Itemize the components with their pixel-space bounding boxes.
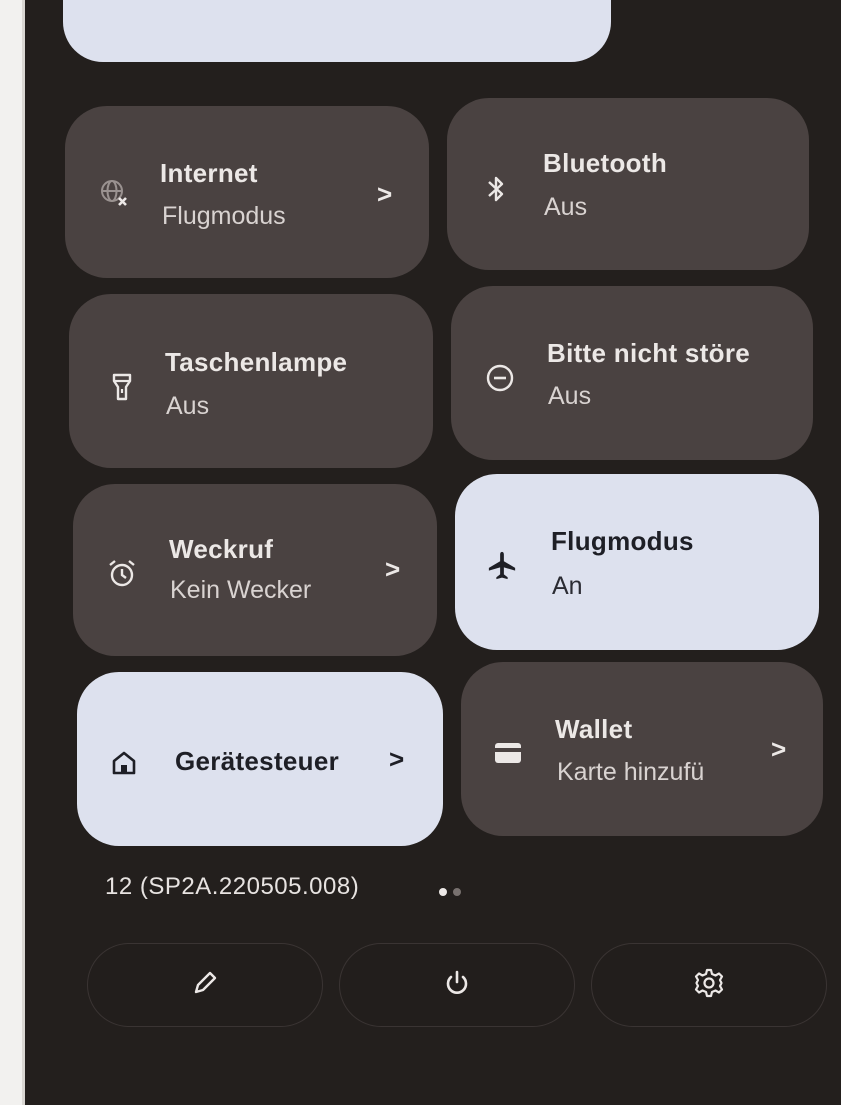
tile-wallet-title: Wallet: [555, 714, 633, 744]
tile-bluetooth-status: Aus: [544, 193, 588, 221]
tile-dnd-status: Aus: [548, 382, 592, 410]
power-button[interactable]: [339, 943, 575, 1027]
page-dot: [453, 888, 461, 896]
chevron-right-icon: >: [771, 734, 787, 764]
tile-alarm[interactable]: Weckruf Kein Wecker >: [73, 484, 437, 656]
tile-do-not-disturb[interactable]: Bitte nicht störe Aus: [451, 286, 813, 460]
wallet-card-icon: [493, 738, 523, 768]
quick-settings-panel: Internet Flugmodus > Bluetooth Aus Tasch…: [22, 0, 841, 1105]
alarm-clock-icon: [107, 558, 137, 588]
page-indicator[interactable]: [439, 883, 467, 901]
edit-button[interactable]: [87, 943, 323, 1027]
tile-airplane-title: Flugmodus: [551, 526, 694, 556]
globe-off-icon: [99, 178, 129, 208]
power-icon: [442, 968, 472, 1003]
brightness-icon: [553, 0, 575, 5]
home-icon: [109, 748, 139, 778]
tile-wallet-status: Karte hinzufü: [557, 758, 705, 786]
tile-device-controls-title: Gerätesteuer: [175, 746, 340, 776]
chevron-right-icon: >: [377, 179, 393, 209]
chevron-right-icon: >: [389, 744, 405, 774]
bluetooth-icon: [481, 174, 511, 204]
tile-wallet[interactable]: Wallet Karte hinzufü >: [461, 662, 823, 836]
build-number[interactable]: 12 (SP2A.220505.008): [105, 873, 359, 901]
tile-device-controls[interactable]: Gerätesteuer >: [77, 672, 443, 846]
page-dot-active: [439, 888, 447, 896]
tile-bluetooth[interactable]: Bluetooth Aus: [447, 98, 809, 270]
airplane-icon: [487, 550, 517, 580]
tile-alarm-status: Kein Wecker: [170, 576, 312, 604]
tile-airplane-status: An: [552, 572, 583, 600]
edit-pencil-icon: [190, 968, 220, 1003]
tile-internet-title: Internet: [160, 158, 258, 188]
tile-airplane-mode[interactable]: Flugmodus An: [455, 474, 819, 650]
tile-flashlight[interactable]: Taschenlampe Aus: [69, 294, 433, 468]
settings-gear-icon: [693, 967, 725, 1004]
chevron-right-icon: >: [385, 554, 401, 584]
tile-internet[interactable]: Internet Flugmodus >: [65, 106, 429, 278]
tile-alarm-title: Weckruf: [169, 534, 274, 564]
tile-flashlight-title: Taschenlampe: [165, 347, 348, 377]
flashlight-icon: [107, 372, 137, 402]
do-not-disturb-icon: [485, 363, 515, 393]
tile-dnd-title: Bitte nicht störe: [547, 338, 751, 368]
tile-flashlight-status: Aus: [166, 392, 210, 420]
tile-bluetooth-title: Bluetooth: [543, 148, 668, 178]
settings-button[interactable]: [591, 943, 827, 1027]
tile-internet-status: Flugmodus: [162, 202, 286, 230]
brightness-slider[interactable]: [63, 0, 611, 62]
